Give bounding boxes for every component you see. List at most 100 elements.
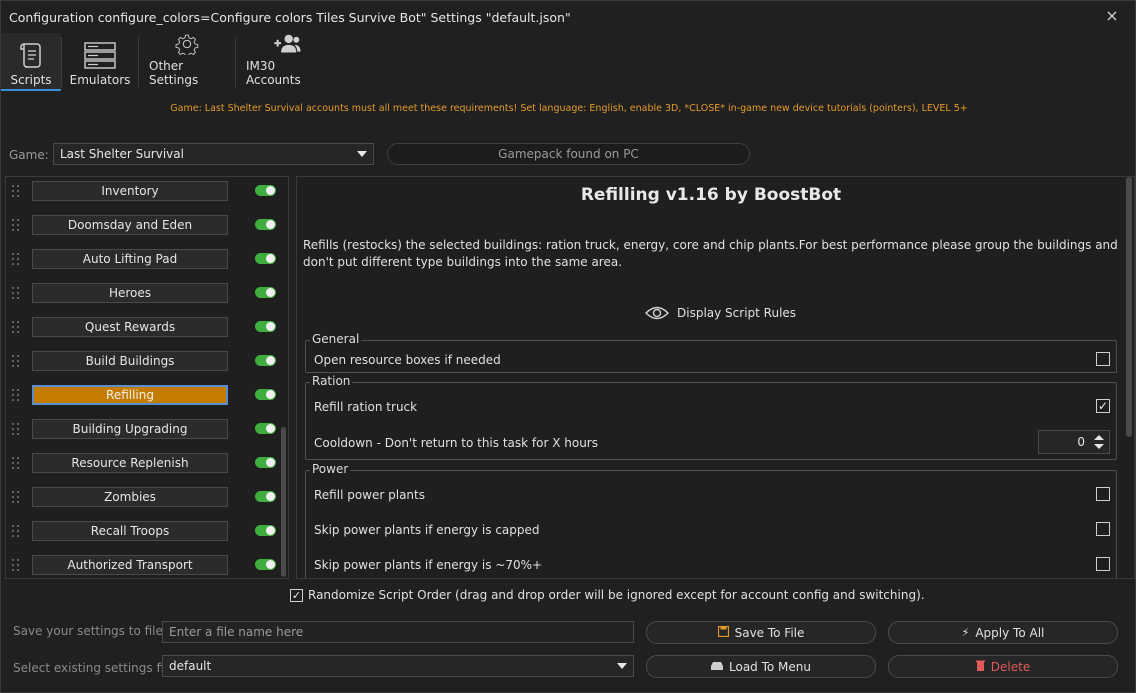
script-enabled-toggle[interactable] — [255, 457, 276, 468]
script-row[interactable]: Recall Troops — [6, 519, 286, 553]
drag-handle-icon[interactable] — [12, 457, 22, 473]
script-row[interactable]: Zombies — [6, 485, 286, 519]
script-row[interactable]: Heroes — [6, 281, 286, 315]
drag-handle-icon[interactable] — [12, 355, 22, 371]
group-ration: Ration Refill ration truck ✓ Cooldown - … — [305, 374, 1117, 460]
checkbox-skip-power-capped[interactable] — [1096, 522, 1110, 536]
script-row[interactable]: Authorized Transport — [6, 553, 286, 578]
drag-handle-icon[interactable] — [12, 185, 22, 201]
script-enabled-toggle[interactable] — [255, 253, 276, 264]
script-button[interactable]: Building Upgrading — [32, 419, 228, 439]
display-script-rules-label: Display Script Rules — [677, 306, 797, 320]
drag-handle-icon[interactable] — [12, 287, 22, 303]
script-button[interactable]: Quest Rewards — [32, 317, 228, 337]
save-settings-label: Save your settings to file — [13, 624, 163, 638]
script-button[interactable]: Heroes — [32, 283, 228, 303]
tab-emulators-label: Emulators — [69, 73, 131, 87]
script-enabled-toggle[interactable] — [255, 525, 276, 536]
script-row[interactable]: Doomsday and Eden — [6, 213, 286, 247]
script-row[interactable]: Resource Replenish — [6, 451, 286, 485]
checkbox-open-resource-boxes[interactable] — [1096, 352, 1110, 366]
script-enabled-toggle[interactable] — [255, 423, 276, 434]
randomize-option[interactable]: ✓ Randomize Script Order (drag and drop … — [290, 588, 925, 602]
script-title: Refilling v1.16 by BoostBot — [580, 185, 842, 205]
file-name-input[interactable]: Enter a file name here — [162, 621, 634, 643]
script-row[interactable]: Auto Lifting Pad — [6, 247, 286, 281]
script-enabled-toggle[interactable] — [255, 355, 276, 366]
file-name-placeholder: Enter a file name here — [169, 625, 304, 639]
group-general-label: General — [310, 332, 362, 346]
title-bar: Configuration configure_colors=Configure… — [1, 1, 1135, 33]
save-to-file-button[interactable]: Save To File — [646, 621, 876, 644]
drag-handle-icon[interactable] — [12, 491, 22, 507]
settings-file-select-value: default — [169, 659, 212, 673]
gamepack-status-text: Gamepack found on PC — [498, 147, 639, 161]
script-button[interactable]: Inventory — [32, 181, 228, 201]
tab-im30-accounts-label: IM30 Accounts — [246, 59, 301, 87]
script-row[interactable]: Inventory — [6, 179, 286, 213]
script-enabled-toggle[interactable] — [255, 185, 276, 196]
script-button[interactable]: Build Buildings — [32, 351, 228, 371]
script-button[interactable]: Auto Lifting Pad — [32, 249, 228, 269]
drag-handle-icon[interactable] — [12, 525, 22, 541]
drag-handle-icon[interactable] — [12, 253, 22, 269]
checkbox-refill-power-plants[interactable] — [1096, 487, 1110, 501]
drag-handle-icon[interactable] — [12, 389, 22, 405]
game-select[interactable]: Last Shelter Survival — [53, 143, 374, 165]
settings-file-select[interactable]: default — [162, 655, 634, 677]
checkbox-skip-power-70[interactable] — [1096, 557, 1110, 571]
drag-handle-icon[interactable] — [12, 219, 22, 235]
randomize-label: Randomize Script Order (drag and drop or… — [308, 588, 925, 602]
group-ration-label: Ration — [310, 374, 353, 388]
cooldown-stepper[interactable]: 0 — [1038, 430, 1110, 454]
close-icon[interactable]: × — [1103, 7, 1121, 25]
gear-icon — [175, 34, 199, 55]
script-enabled-toggle[interactable] — [255, 321, 276, 332]
stepper-arrows-icon[interactable] — [1093, 434, 1105, 450]
script-detail-scrollbar[interactable] — [1124, 177, 1134, 578]
script-row[interactable]: Build Buildings — [6, 349, 286, 383]
script-button[interactable]: Resource Replenish — [32, 453, 228, 473]
cooldown-value: 0 — [1077, 435, 1085, 449]
script-button[interactable]: Zombies — [32, 487, 228, 507]
script-enabled-toggle[interactable] — [255, 219, 276, 230]
apply-to-all-button[interactable]: ⚡ Apply To All — [888, 621, 1118, 644]
script-enabled-toggle[interactable] — [255, 559, 276, 570]
checkbox-refill-ration-truck[interactable]: ✓ — [1096, 399, 1110, 413]
option-open-resource-boxes: Open resource boxes if needed — [314, 353, 501, 367]
script-list-scrollbar[interactable] — [279, 177, 288, 578]
script-row[interactable]: Building Upgrading — [6, 417, 286, 451]
display-script-rules-button[interactable]: Display Script Rules — [645, 305, 796, 321]
tab-emulators[interactable]: Emulators — [62, 33, 138, 91]
scrollbar-thumb[interactable] — [1126, 177, 1132, 437]
drag-handle-icon[interactable] — [12, 321, 22, 337]
scrollbar-thumb[interactable] — [281, 427, 286, 577]
drag-handle-icon[interactable] — [12, 559, 22, 575]
script-enabled-toggle[interactable] — [255, 389, 276, 400]
script-description: Refills (restocks) the selected building… — [303, 238, 1118, 269]
game-requirements-notice: Game: Last Shelter Survival accounts mus… — [170, 103, 968, 114]
script-button[interactable]: Refilling — [32, 385, 228, 405]
drag-handle-icon[interactable] — [12, 423, 22, 439]
script-row[interactable]: Refilling — [6, 383, 286, 417]
randomize-checkbox[interactable]: ✓ — [290, 588, 303, 602]
window-title: Configuration configure_colors=Configure… — [9, 9, 571, 25]
load-to-menu-button[interactable]: Load To Menu — [646, 655, 876, 678]
trash-icon — [975, 660, 985, 674]
script-list: Authorized Transport Recall Troops Zombies… — [5, 176, 289, 579]
script-row[interactable]: Quest Rewards — [6, 315, 286, 349]
tab-im30-accounts[interactable]: IM30 Accounts — [236, 33, 338, 91]
tab-other-settings[interactable]: Other Settings — [139, 33, 235, 91]
script-button[interactable]: Recall Troops — [32, 521, 228, 541]
option-skip-power-capped: Skip power plants if energy is capped — [314, 523, 540, 537]
tab-scripts[interactable]: Scripts — [1, 33, 61, 91]
script-button[interactable]: Doomsday and Eden — [32, 215, 228, 235]
group-general: General Open resource boxes if needed — [305, 332, 1117, 373]
script-enabled-toggle[interactable] — [255, 287, 276, 298]
gamepack-status: Gamepack found on PC — [387, 143, 750, 165]
chevron-down-icon — [617, 663, 627, 669]
script-enabled-toggle[interactable] — [255, 491, 276, 502]
chevron-down-icon — [357, 151, 367, 157]
script-button[interactable]: Authorized Transport — [32, 555, 228, 575]
delete-button[interactable]: Delete — [888, 655, 1118, 678]
